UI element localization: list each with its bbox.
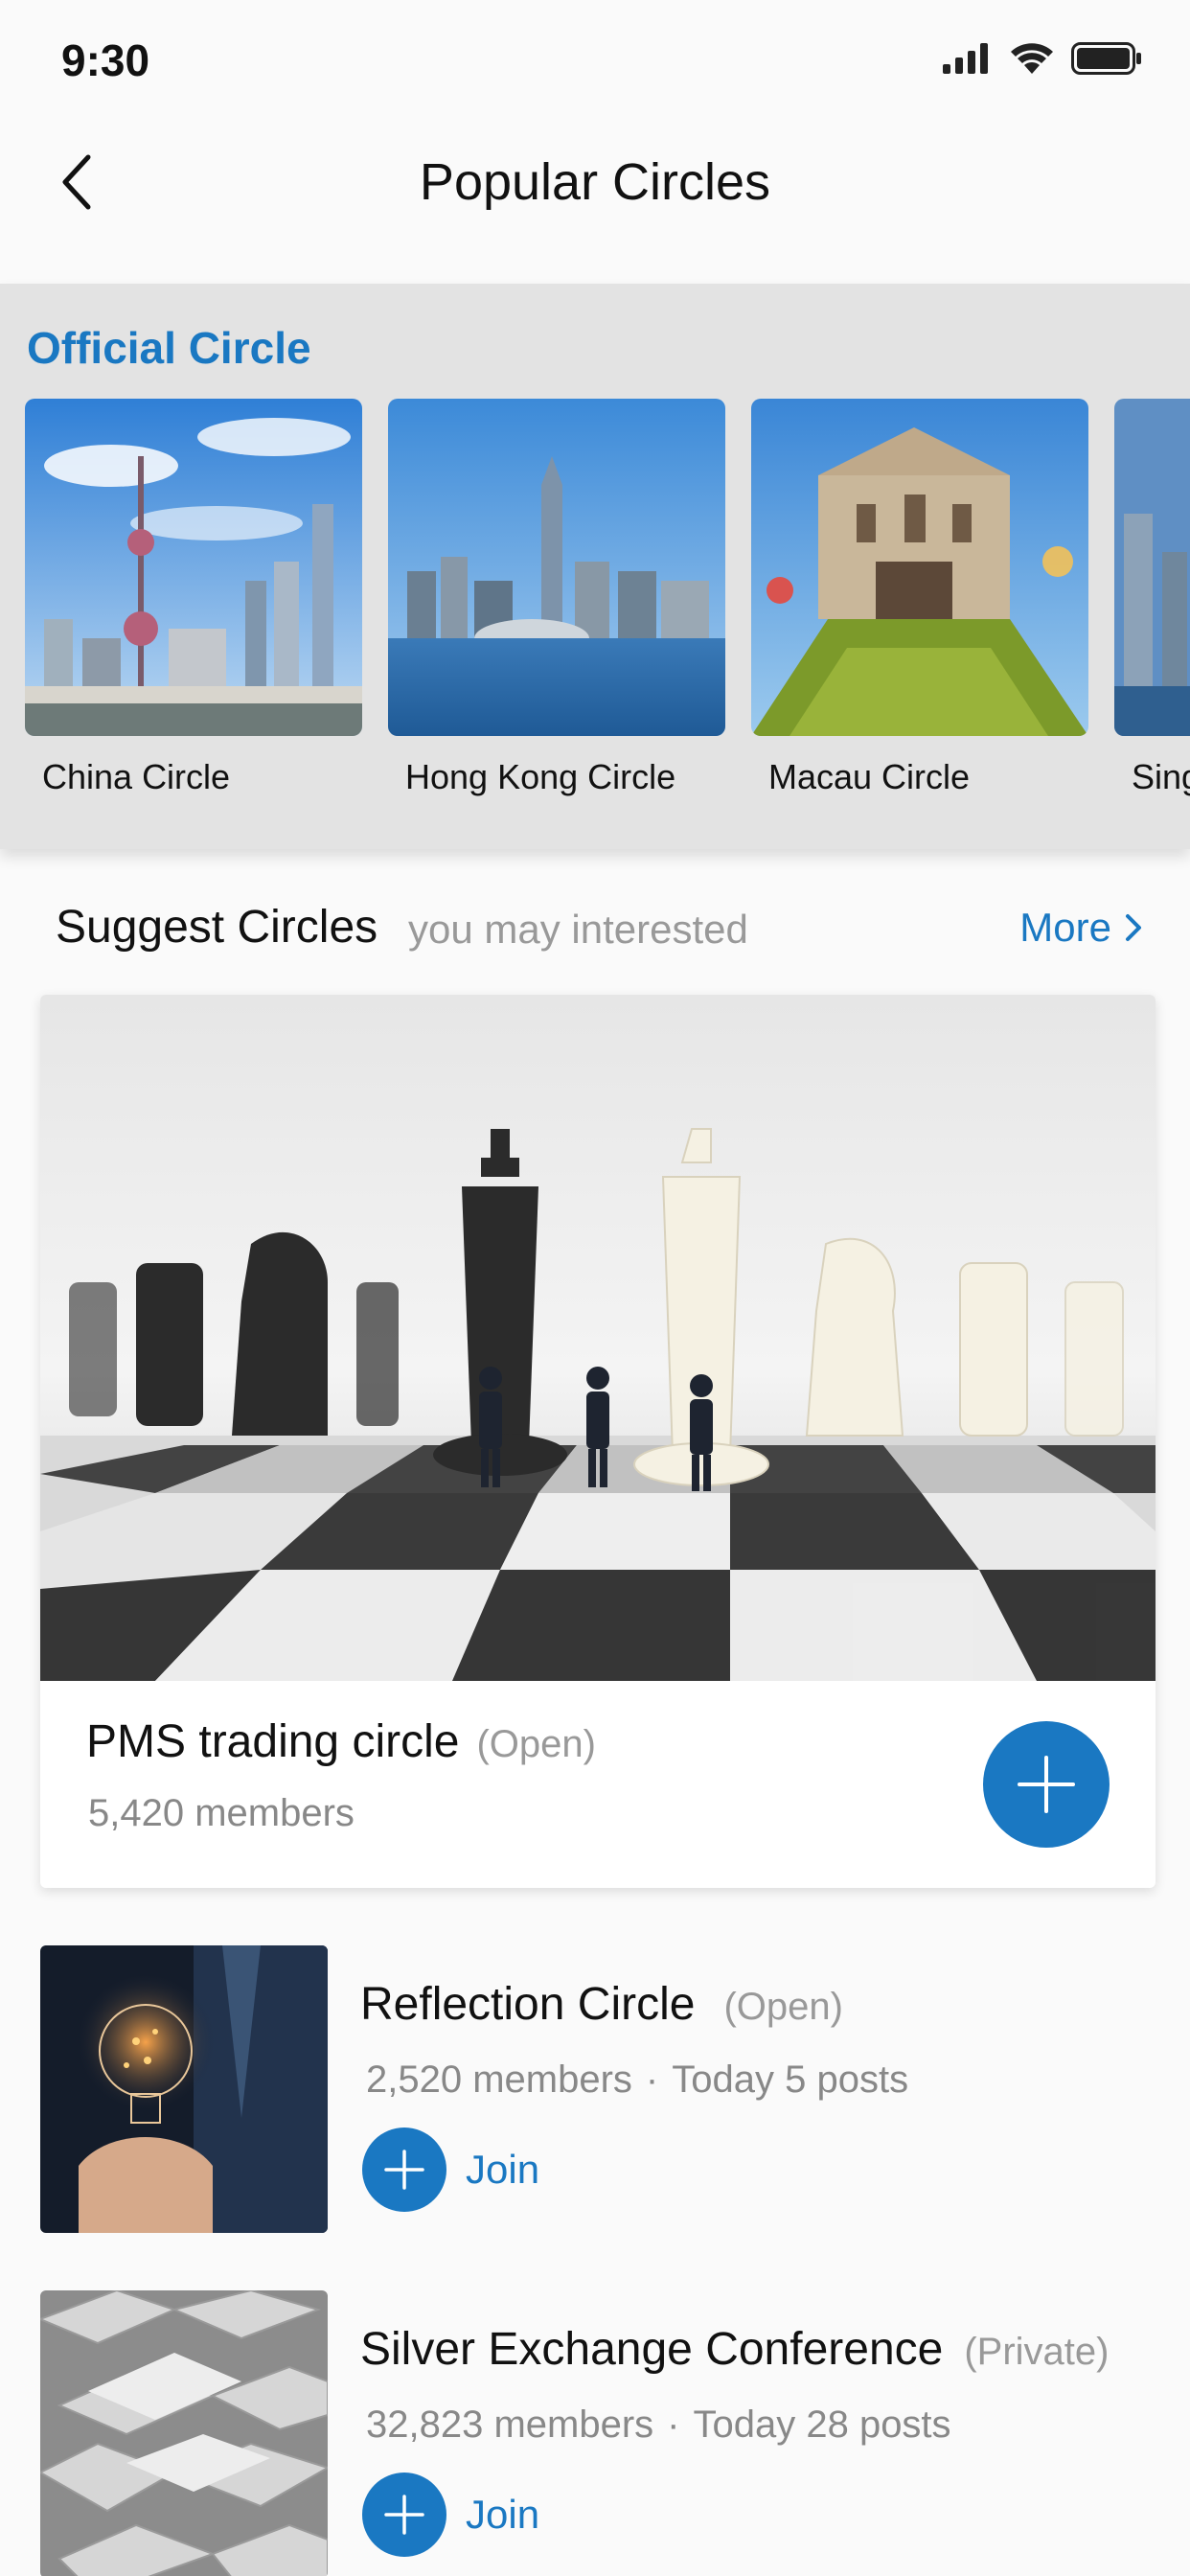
- status-time: 9:30: [61, 35, 150, 85]
- circle-meta: 32,823 members · Today 28 posts: [366, 2404, 951, 2447]
- suggest-circles-title: Suggest Circles: [56, 902, 378, 953]
- singapore-skyline-image: [1114, 399, 1190, 736]
- more-label: More: [1019, 905, 1111, 950]
- plus-icon: [384, 2495, 424, 2535]
- hong-kong-skyline-image: [388, 399, 725, 736]
- join-label: Join: [466, 2147, 540, 2192]
- circle-members: 32,823 members: [366, 2404, 654, 2446]
- join-label: Join: [466, 2492, 540, 2537]
- circle-name: Sing: [1132, 757, 1190, 796]
- plus-icon: [1018, 1756, 1075, 1813]
- circle-name: Reflection Circle (Open): [360, 1978, 843, 2031]
- more-link[interactable]: More: [1019, 905, 1142, 951]
- suggest-circles-subtitle: you may interested: [408, 907, 748, 952]
- china-skyline-image: [25, 399, 362, 736]
- featured-circle-title: PMS trading circle: [86, 1716, 460, 1767]
- chevron-right-icon: [1126, 914, 1141, 941]
- status-icons: [943, 42, 1142, 75]
- circle-name: Macau Circle: [768, 757, 971, 796]
- featured-circle-name: PMS trading circle (Open): [86, 1715, 596, 1768]
- circle-members: 2,520 members: [366, 2058, 632, 2101]
- plus-icon: [384, 2150, 424, 2190]
- circle-tag: (Open): [723, 1986, 843, 2028]
- circle-name: China Circle: [42, 757, 231, 796]
- lightbulb-hand-image: [40, 1945, 328, 2233]
- join-featured-button[interactable]: [983, 1721, 1110, 1848]
- list-item[interactable]: Silver Exchange Conference (Private) 32,8…: [40, 2290, 1156, 2576]
- chess-board-image: [40, 995, 1156, 1681]
- circle-card-singapore[interactable]: Sing: [1114, 399, 1190, 797]
- page-title: Popular Circles: [419, 153, 771, 211]
- join-circle: [362, 2472, 446, 2557]
- featured-circle-tag: (Open): [476, 1723, 596, 1765]
- circle-posts: Today 5 posts: [672, 2058, 909, 2101]
- meta-separator: ·: [645, 2058, 659, 2101]
- signal-icon: [943, 43, 988, 74]
- featured-circle-card[interactable]: PMS trading circle (Open) 5,420 members: [40, 995, 1156, 1888]
- nav-bar: Popular Circles: [0, 115, 1190, 284]
- join-circle: [362, 2128, 446, 2212]
- circle-title: Silver Exchange Conference: [360, 2324, 944, 2375]
- silver-bars-image: [40, 2290, 328, 2576]
- macau-ruins-image: [751, 399, 1088, 736]
- circle-name: Silver Exchange Conference (Private): [360, 2323, 1109, 2376]
- status-bar: 9:30: [0, 0, 1190, 115]
- featured-circle-members: 5,420 members: [88, 1792, 355, 1834]
- join-button[interactable]: Join: [362, 2128, 539, 2212]
- join-button[interactable]: Join: [362, 2472, 539, 2557]
- circle-title: Reflection Circle: [360, 1979, 696, 2030]
- list-item[interactable]: Reflection Circle (Open) 2,520 members · To…: [40, 1945, 1156, 2233]
- circle-card-china[interactable]: China Circle: [25, 399, 362, 797]
- official-circle-section: Official Circle China Circle Hong Kong C…: [0, 284, 1190, 849]
- battery-icon: [1071, 42, 1141, 75]
- suggest-circles-header: Suggest Circles you may interested More: [0, 891, 1190, 968]
- circle-posts: Today 28 posts: [693, 2404, 951, 2446]
- official-circle-carousel[interactable]: China Circle Hong Kong Circle Macau Circ…: [25, 399, 1190, 797]
- circle-card-hong-kong[interactable]: Hong Kong Circle: [388, 399, 725, 797]
- circle-meta: 2,520 members · Today 5 posts: [366, 2058, 908, 2102]
- meta-separator: ·: [667, 2404, 680, 2446]
- official-circle-title: Official Circle: [27, 323, 311, 373]
- circle-card-macau[interactable]: Macau Circle: [751, 399, 1088, 797]
- circle-tag: (Private): [964, 2331, 1110, 2373]
- circle-name: Hong Kong Circle: [405, 757, 676, 796]
- wifi-icon: [1011, 43, 1053, 74]
